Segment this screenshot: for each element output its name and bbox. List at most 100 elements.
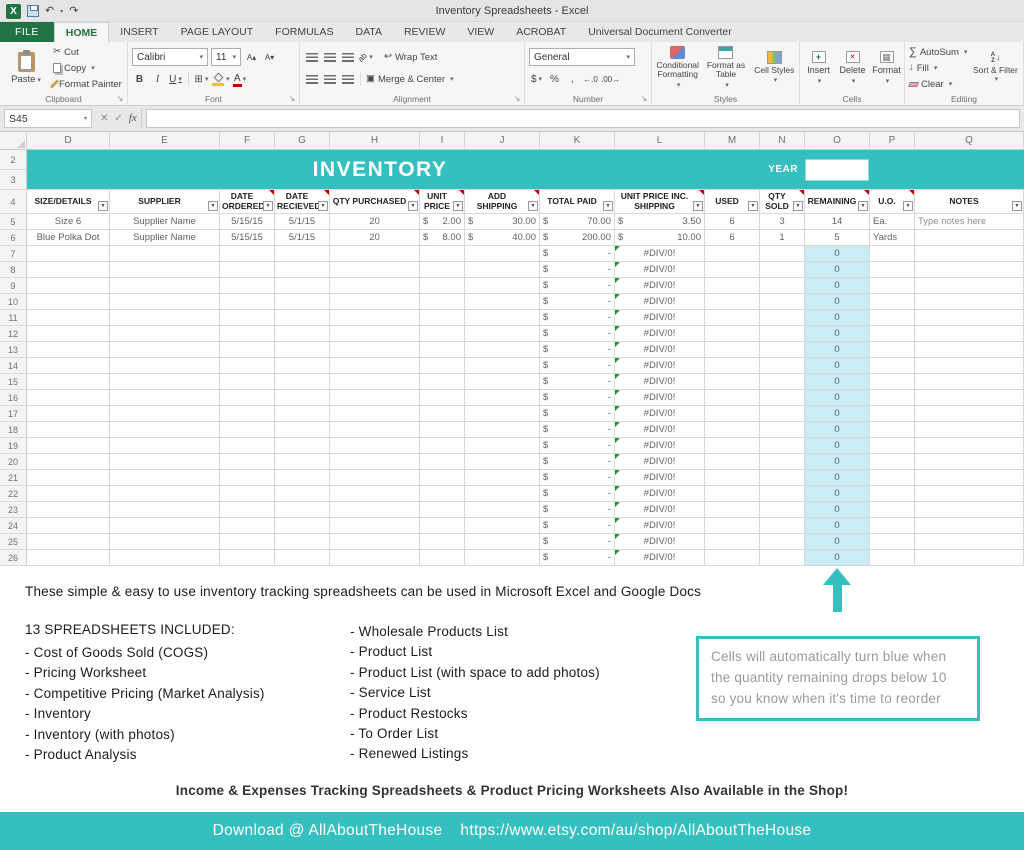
cell[interactable]: $- [540,278,615,294]
column-header-D[interactable]: D [27,132,110,150]
cell[interactable]: #DIV/0! [615,502,705,518]
cell[interactable] [915,294,1024,310]
cell[interactable]: #DIV/0! [615,470,705,486]
cell[interactable] [705,486,760,502]
row-header-8[interactable]: 8 [0,262,27,278]
cell[interactable] [870,310,915,326]
cell[interactable] [275,294,330,310]
cell[interactable]: 3 [760,214,805,230]
cell[interactable]: Blue Polka Dot [27,230,110,246]
cell[interactable] [705,342,760,358]
cell[interactable]: $- [540,422,615,438]
cell[interactable] [465,246,540,262]
cell[interactable] [420,342,465,358]
cell[interactable] [705,278,760,294]
row-header-10[interactable]: 10 [0,294,27,310]
cell[interactable] [110,422,220,438]
tab-insert[interactable]: INSERT [109,22,169,42]
cell[interactable]: Supplier Name [110,230,220,246]
cell[interactable] [705,550,760,566]
cell[interactable] [110,246,220,262]
cell[interactable] [420,358,465,374]
cell[interactable]: $- [540,374,615,390]
row-header-3[interactable]: 3 [0,170,27,190]
cell[interactable] [465,374,540,390]
cell[interactable] [110,358,220,374]
row-header-21[interactable]: 21 [0,470,27,486]
tab-view[interactable]: VIEW [456,22,505,42]
row-header-25[interactable]: 25 [0,534,27,550]
cell[interactable] [420,374,465,390]
cell[interactable]: $- [540,358,615,374]
cell[interactable]: #DIV/0! [615,358,705,374]
cell[interactable]: 20 [330,230,420,246]
row-header-2[interactable]: 2 [0,150,27,170]
cell[interactable] [760,454,805,470]
header-cell-5[interactable]: UNIT PRICE [420,190,465,214]
cell[interactable] [705,534,760,550]
cell[interactable]: 0 [805,310,870,326]
tab-file[interactable]: FILE [0,22,54,42]
row-header-16[interactable]: 16 [0,390,27,406]
underline-button[interactable]: U [168,71,183,87]
cell[interactable] [275,502,330,518]
row-header-11[interactable]: 11 [0,310,27,326]
cell[interactable] [915,422,1024,438]
cell[interactable] [870,502,915,518]
filter-dropdown-icon[interactable] [453,201,463,211]
cell[interactable] [110,518,220,534]
cell[interactable] [27,518,110,534]
cell[interactable] [220,246,275,262]
cell[interactable]: 5/1/15 [275,214,330,230]
cell[interactable]: 0 [805,262,870,278]
cell[interactable]: #DIV/0! [615,294,705,310]
cell[interactable] [760,246,805,262]
cell[interactable] [220,534,275,550]
cell[interactable] [330,262,420,278]
number-format-select[interactable]: General [529,48,635,66]
cell[interactable] [465,502,540,518]
row-header-22[interactable]: 22 [0,486,27,502]
header-cell-7[interactable]: TOTAL PAID [540,190,615,214]
redo-icon[interactable]: ↷ [69,6,78,17]
cell[interactable]: $- [540,454,615,470]
cell[interactable] [27,278,110,294]
cell[interactable] [420,262,465,278]
cell[interactable] [110,342,220,358]
column-header-P[interactable]: P [870,132,915,150]
column-header-K[interactable]: K [540,132,615,150]
cell[interactable]: $- [540,486,615,502]
cell[interactable] [110,470,220,486]
align-bottom-icon[interactable] [340,49,355,65]
tab-page-layout[interactable]: PAGE LAYOUT [170,22,265,42]
cell[interactable]: $- [540,342,615,358]
header-cell-9[interactable]: USED [705,190,760,214]
cell[interactable] [27,422,110,438]
cell[interactable] [915,358,1024,374]
tab-review[interactable]: REVIEW [393,22,456,42]
row-header-9[interactable]: 9 [0,278,27,294]
cell[interactable] [870,246,915,262]
cell[interactable] [220,310,275,326]
cell[interactable] [275,470,330,486]
header-cell-4[interactable]: QTY PURCHASED [330,190,420,214]
cell-styles-button[interactable]: Cell Styles [753,45,796,91]
row-header-15[interactable]: 15 [0,374,27,390]
cell[interactable] [330,502,420,518]
row-header-23[interactable]: 23 [0,502,27,518]
column-header-I[interactable]: I [420,132,465,150]
cell[interactable] [915,278,1024,294]
cell[interactable] [275,390,330,406]
tab-universal-document-converter[interactable]: Universal Document Converter [577,22,743,42]
cell[interactable]: #DIV/0! [615,374,705,390]
cell[interactable] [420,278,465,294]
cell[interactable] [110,534,220,550]
filter-dropdown-icon[interactable] [1012,201,1022,211]
cell[interactable] [705,390,760,406]
cell[interactable]: #DIV/0! [615,246,705,262]
cell[interactable] [220,326,275,342]
filter-dropdown-icon[interactable] [693,201,703,211]
cell[interactable]: 5/15/15 [220,214,275,230]
formula-input[interactable] [146,109,1020,128]
cell[interactable] [330,422,420,438]
